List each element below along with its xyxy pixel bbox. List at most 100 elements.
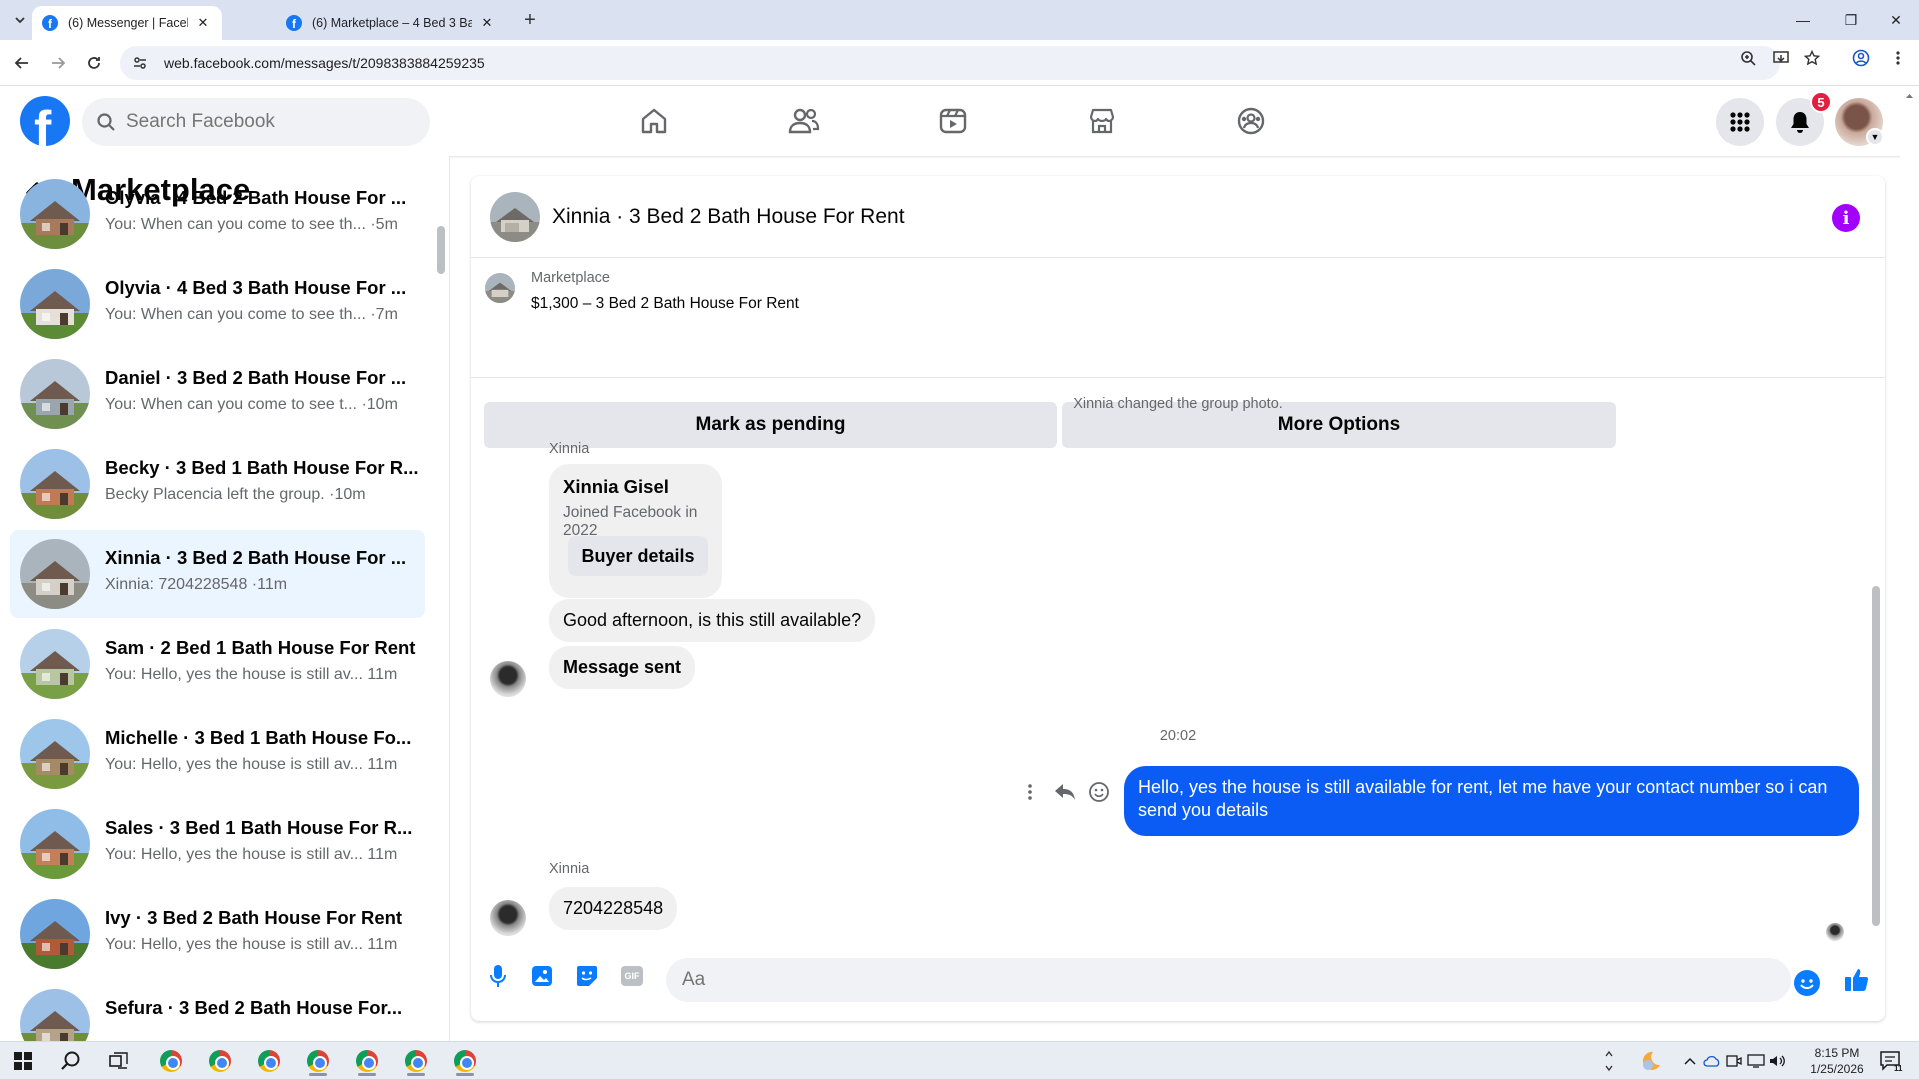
- listing-thumbnail[interactable]: [485, 273, 515, 303]
- chrome-taskbar-icon[interactable]: [205, 1046, 235, 1076]
- conversation-item[interactable]: Xinnia · 3 Bed 2 Bath House For ... Xinni…: [10, 530, 425, 618]
- clock-date: 1/25/2026: [1810, 1062, 1864, 1076]
- notification-center-icon[interactable]: 11: [1876, 1046, 1906, 1076]
- onedrive-icon[interactable]: [1702, 1046, 1722, 1076]
- chrome-taskbar-icon[interactable]: [156, 1046, 186, 1076]
- system-message: Xinnia changed the group photo.: [1073, 396, 1283, 412]
- menu-button[interactable]: [1716, 98, 1764, 146]
- tray-overflow-icon[interactable]: [1680, 1046, 1700, 1076]
- conversation-item[interactable]: Olyvia · 4 Bed 3 Bath House For ... You: …: [10, 260, 425, 348]
- url-text[interactable]: web.facebook.com/messages/t/209838388425…: [164, 55, 485, 71]
- outgoing-message[interactable]: Hello, yes the house is still available …: [1124, 766, 1859, 836]
- start-button[interactable]: [8, 1046, 38, 1076]
- conversation-item[interactable]: Sefura · 3 Bed 2 Bath House For...: [10, 980, 425, 1041]
- react-smiley-icon[interactable]: [1085, 778, 1113, 806]
- search-input[interactable]: [126, 111, 406, 133]
- left-scrollbar[interactable]: [437, 226, 445, 274]
- bookmark-star-icon[interactable]: [1802, 48, 1822, 68]
- browser-menu-icon[interactable]: [1888, 48, 1908, 68]
- back-button[interactable]: [8, 49, 36, 77]
- buyer-details-button[interactable]: Buyer details: [568, 536, 708, 576]
- sticker-icon[interactable]: [573, 962, 601, 990]
- nav-video[interactable]: [918, 96, 988, 146]
- account-caret-icon[interactable]: ▼: [1866, 128, 1884, 146]
- conversation-avatar: [20, 269, 90, 339]
- incoming-message[interactable]: 7204228548: [549, 887, 678, 931]
- site-info-icon[interactable]: [132, 55, 148, 71]
- forward-button[interactable]: [44, 49, 72, 77]
- message-sent-bubble[interactable]: Message sent: [549, 646, 696, 690]
- volume-icon[interactable]: [1768, 1046, 1788, 1076]
- conversation-item[interactable]: Sam · 2 Bed 1 Bath House For Rent You: He…: [10, 620, 425, 708]
- chrome-taskbar-icon[interactable]: [303, 1046, 333, 1076]
- conversation-item[interactable]: Daniel · 3 Bed 2 Bath House For ... You: …: [10, 350, 425, 438]
- home-icon: [641, 108, 667, 134]
- message-input-box[interactable]: [666, 958, 1791, 1002]
- conversation-item[interactable]: Olyvia · 4 Bed 2 Bath House For ... You: …: [10, 170, 425, 258]
- system-clock[interactable]: 8:15 PM 1/25/2026: [1803, 1045, 1871, 1077]
- sender-avatar[interactable]: [490, 661, 526, 697]
- search-icon: [97, 113, 115, 131]
- listing-title[interactable]: $1,300 – 3 Bed 2 Bath House For Rent: [531, 295, 799, 313]
- conversation-preview: You: When can you come to see t... ·10m: [105, 396, 398, 413]
- weather-icon[interactable]: [1636, 1046, 1666, 1076]
- emoji-icon[interactable]: [1794, 970, 1820, 996]
- nav-home[interactable]: [619, 96, 689, 146]
- incoming-message[interactable]: Good afternoon, is this still available?: [549, 599, 876, 643]
- message-input[interactable]: [682, 969, 1682, 991]
- nav-friends[interactable]: [769, 96, 839, 146]
- conversation-name: Olyvia · 4 Bed 2 Bath House For ...: [105, 187, 407, 208]
- photo-icon[interactable]: [528, 962, 556, 990]
- minimize-button[interactable]: —: [1780, 6, 1826, 34]
- page-scrollbar[interactable]: [1900, 86, 1919, 1041]
- message-scrollbar[interactable]: [1872, 586, 1880, 926]
- facebook-logo[interactable]: f: [20, 96, 70, 146]
- nav-marketplace[interactable]: [1067, 96, 1137, 146]
- conversation-name: Ivy · 3 Bed 2 Bath House For Rent: [105, 907, 403, 928]
- chrome-taskbar-icon[interactable]: [401, 1046, 431, 1076]
- address-bar[interactable]: web.facebook.com/messages/t/209838388425…: [120, 46, 1780, 80]
- task-view-icon[interactable]: [104, 1046, 134, 1076]
- close-window-button[interactable]: ✕: [1873, 6, 1919, 34]
- gif-icon[interactable]: GIF: [618, 962, 646, 990]
- restore-button[interactable]: ❐: [1828, 6, 1874, 34]
- chat-avatar[interactable]: [490, 192, 540, 242]
- conversation-item[interactable]: Michelle · 3 Bed 1 Bath House Fo... You: …: [10, 710, 425, 798]
- conversation-avatar: [20, 629, 90, 699]
- chevron-down-icon: [15, 17, 25, 24]
- browser-tab-messenger[interactable]: f (6) Messenger | Facebook ✕: [32, 6, 222, 40]
- message-composer: GIF: [471, 938, 1885, 1021]
- taskbar-scroll-icon[interactable]: [1601, 1046, 1617, 1076]
- info-icon[interactable]: i: [1832, 204, 1860, 232]
- microphone-icon[interactable]: [484, 962, 512, 990]
- more-actions-icon[interactable]: [1016, 778, 1044, 806]
- facebook-favicon-icon: f: [42, 15, 58, 31]
- install-app-icon[interactable]: [1771, 48, 1791, 68]
- chrome-taskbar-icon[interactable]: [450, 1046, 480, 1076]
- profile-icon[interactable]: [1851, 48, 1871, 68]
- search-box[interactable]: [82, 98, 430, 146]
- network-icon[interactable]: [1746, 1046, 1766, 1076]
- chat-header: Xinnia · 3 Bed 2 Bath House For Rent i: [471, 176, 1885, 258]
- chrome-taskbar-icon[interactable]: [352, 1046, 382, 1076]
- like-thumb-icon[interactable]: [1843, 966, 1871, 994]
- close-tab-icon[interactable]: ✕: [478, 14, 496, 32]
- reply-icon[interactable]: [1051, 778, 1079, 806]
- conversation-preview: You: Hello, yes the house is still av...…: [105, 936, 398, 953]
- reload-button[interactable]: [80, 49, 108, 77]
- conversation-item[interactable]: Sales · 3 Bed 1 Bath House For R... You: …: [10, 800, 425, 888]
- zoom-icon[interactable]: [1738, 48, 1758, 68]
- browser-tab-marketplace[interactable]: f (6) Marketplace – 4 Bed 3 Bath ✕: [276, 6, 506, 40]
- tab-search-button[interactable]: [8, 8, 32, 32]
- close-tab-icon[interactable]: ✕: [194, 14, 212, 32]
- sender-avatar[interactable]: [490, 900, 526, 936]
- chrome-taskbar-icon[interactable]: [254, 1046, 284, 1076]
- new-tab-button[interactable]: +: [518, 8, 542, 32]
- taskbar-search-icon[interactable]: [56, 1046, 86, 1076]
- grid-menu-icon: [1730, 112, 1750, 132]
- nav-groups[interactable]: [1216, 96, 1286, 146]
- camera-tray-icon[interactable]: [1724, 1046, 1744, 1076]
- conversation-item[interactable]: Ivy · 3 Bed 2 Bath House For Rent You: He…: [10, 890, 425, 978]
- conversation-item[interactable]: Becky · 3 Bed 1 Bath House For R... Becky…: [10, 440, 425, 528]
- chat-title[interactable]: Xinnia · 3 Bed 2 Bath House For Rent: [552, 205, 905, 229]
